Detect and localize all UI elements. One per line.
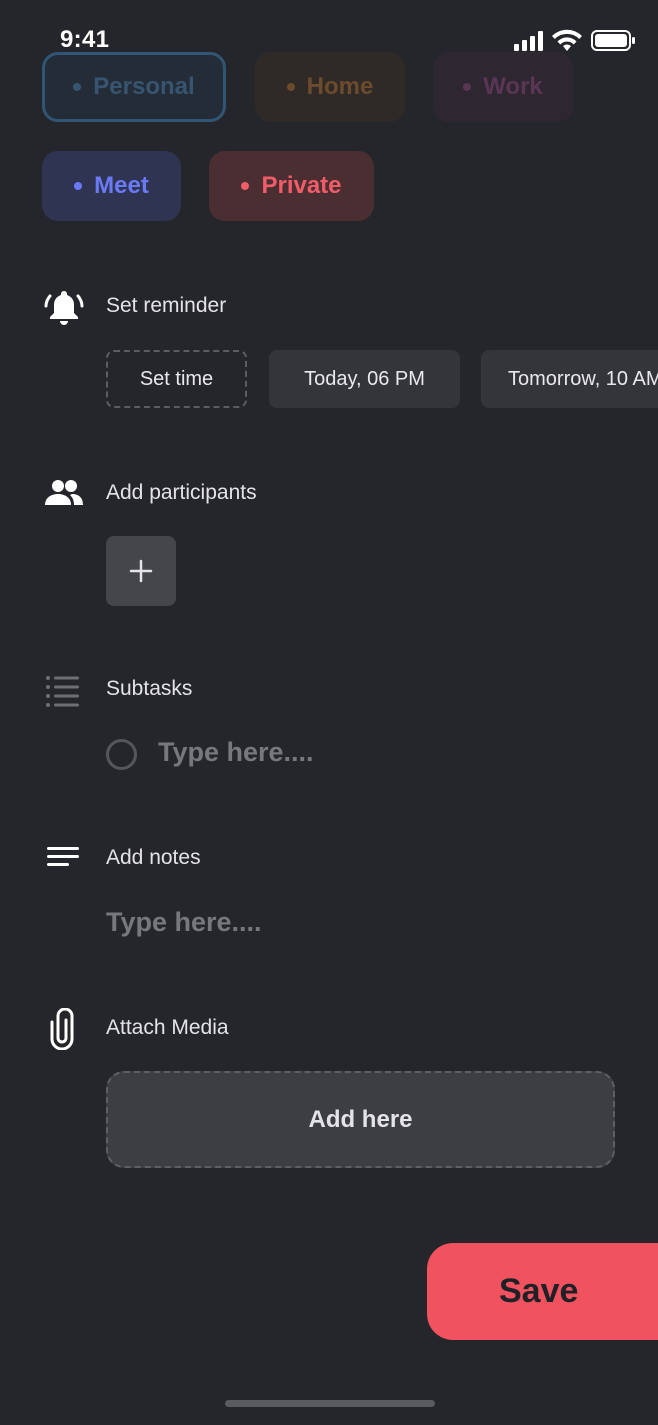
set-time-chip[interactable]: Set time: [106, 350, 247, 408]
tag-work[interactable]: Work: [433, 52, 573, 122]
dot-icon: [286, 83, 295, 91]
home-indicator: [225, 1400, 435, 1407]
reminder-label: Set reminder: [106, 294, 227, 317]
subtask-checkbox[interactable]: [106, 739, 137, 770]
plus-icon: [129, 559, 153, 583]
cellular-signal-icon: [514, 31, 543, 51]
dot-icon: [241, 182, 250, 190]
dot-icon: [74, 182, 83, 190]
subtask-input[interactable]: Type here....: [158, 737, 314, 768]
tag-label: Home: [306, 73, 374, 100]
list-icon: [46, 676, 79, 707]
participants-label: Add participants: [106, 481, 257, 504]
notes-input[interactable]: Type here....: [106, 907, 262, 938]
tag-label: Private: [261, 172, 342, 199]
wifi-icon: [552, 29, 582, 51]
tag-home[interactable]: Home: [255, 52, 405, 122]
tag-label: Meet: [94, 172, 149, 199]
notes-icon: [47, 847, 79, 866]
tag-meet[interactable]: Meet: [42, 151, 181, 221]
status-time: 9:41: [60, 26, 110, 53]
add-media-button[interactable]: Add here: [106, 1071, 615, 1168]
save-button[interactable]: Save: [427, 1243, 658, 1340]
tag-private[interactable]: Private: [209, 151, 374, 221]
tomorrow-chip[interactable]: Tomorrow, 10 AM: [481, 350, 658, 408]
paperclip-icon: [50, 1008, 74, 1050]
battery-icon: [591, 30, 635, 51]
dot-icon: [73, 83, 82, 91]
media-label: Attach Media: [106, 1016, 229, 1039]
notes-label: Add notes: [106, 846, 201, 869]
people-icon: [45, 480, 83, 505]
tag-label: Personal: [93, 73, 195, 100]
tag-personal[interactable]: Personal: [42, 52, 226, 122]
tag-label: Work: [483, 73, 543, 100]
status-icons: [514, 29, 635, 51]
bell-icon: [44, 291, 84, 325]
subtasks-label: Subtasks: [106, 677, 193, 700]
today-chip[interactable]: Today, 06 PM: [269, 350, 460, 408]
add-participant-button[interactable]: [106, 536, 176, 606]
dot-icon: [463, 83, 472, 91]
